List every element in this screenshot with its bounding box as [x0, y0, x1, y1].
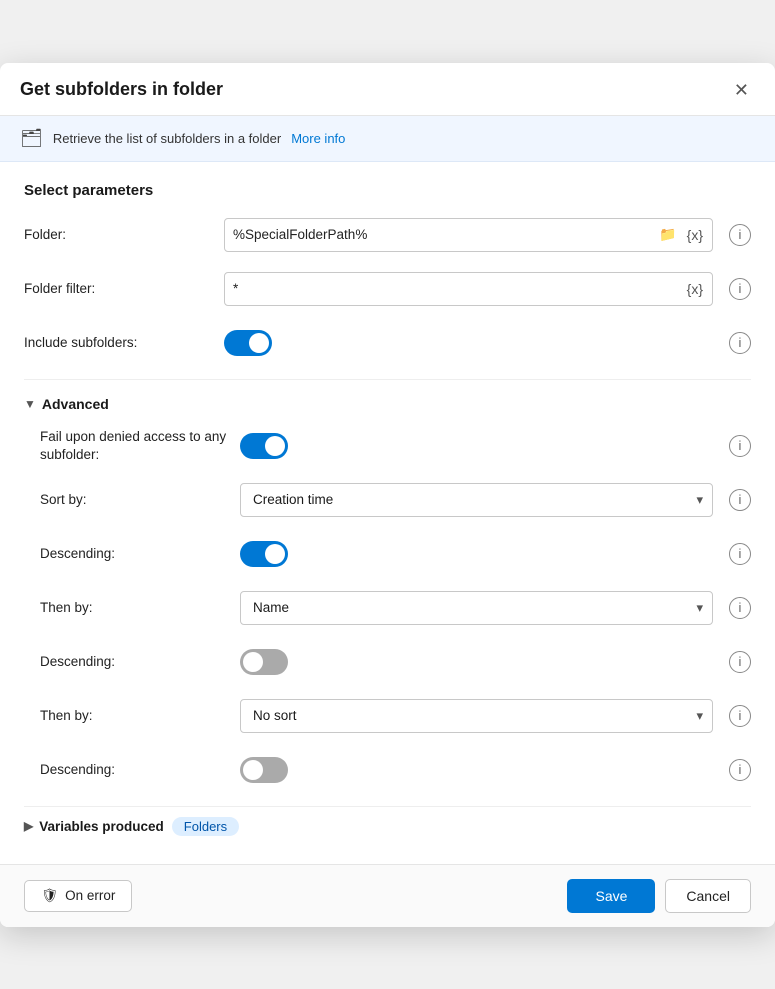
advanced-header[interactable]: ▼ Advanced [24, 396, 751, 412]
folder-input-wrapper: 📁 {x} [224, 218, 713, 252]
sort-by-info-icon[interactable]: i [729, 489, 751, 511]
then-by2-dropdown-wrapper: No sort Name Creation time Last accessed… [240, 699, 713, 733]
fail-denied-control: i [240, 433, 751, 459]
folder-filter-control: {x} i [224, 272, 751, 306]
descending3-row: Descending: i [40, 752, 751, 788]
folder-browse-icon[interactable]: 📁 [656, 224, 679, 245]
include-subfolders-label: Include subfolders: [24, 335, 224, 350]
include-subfolders-control: i [224, 330, 751, 356]
close-button[interactable]: ✕ [728, 79, 755, 101]
folder-filter-variable-icon[interactable]: {x} [684, 279, 706, 299]
more-info-link[interactable]: More info [291, 131, 345, 146]
descending1-label: Descending: [40, 546, 240, 561]
folder-filter-input[interactable] [225, 273, 684, 305]
folder-filter-row: Folder filter: {x} i [24, 271, 751, 307]
then-by2-info-icon[interactable]: i [729, 705, 751, 727]
fail-denied-info-icon[interactable]: i [729, 435, 751, 457]
folder-label: Folder: [24, 227, 224, 242]
section-title: Select parameters [24, 182, 751, 199]
folder-input-icons: 📁 {x} [656, 224, 712, 245]
descending2-label: Descending: [40, 654, 240, 669]
divider [24, 379, 751, 380]
then-by2-select[interactable]: No sort Name Creation time Last accessed… [240, 699, 713, 733]
folder-variable-icon[interactable]: {x} [684, 225, 706, 245]
descending1-control: i [240, 541, 751, 567]
folder-icon: 🗂 [20, 128, 43, 149]
dialog-header: Get subfolders in folder ✕ [0, 63, 775, 116]
then-by1-dropdown-wrapper: No sort Name Creation time Last accessed… [240, 591, 713, 625]
then-by2-row: Then by: No sort Name Creation time Last… [40, 698, 751, 734]
descending2-control: i [240, 649, 751, 675]
dialog-footer: 🛡 On error Save Cancel [0, 864, 775, 927]
fail-denied-toggle[interactable] [240, 433, 288, 459]
sort-by-label: Sort by: [40, 492, 240, 507]
then-by1-row: Then by: No sort Name Creation time Last… [40, 590, 751, 626]
dialog-title: Get subfolders in folder [20, 79, 223, 100]
descending2-toggle[interactable] [240, 649, 288, 675]
footer-right: Save Cancel [567, 879, 751, 913]
folder-filter-icons: {x} [684, 279, 712, 299]
include-subfolders-info-icon[interactable]: i [729, 332, 751, 354]
folder-filter-label: Folder filter: [24, 281, 224, 296]
then-by1-control: No sort Name Creation time Last accessed… [240, 591, 751, 625]
info-bar-text: Retrieve the list of subfolders in a fol… [53, 131, 281, 146]
on-error-button[interactable]: 🛡 On error [24, 880, 132, 912]
folder-control: 📁 {x} i [224, 218, 751, 252]
folder-filter-input-wrapper: {x} [224, 272, 713, 306]
then-by1-info-icon[interactable]: i [729, 597, 751, 619]
include-subfolders-toggle[interactable] [224, 330, 272, 356]
folder-info-icon[interactable]: i [729, 224, 751, 246]
advanced-label: Advanced [42, 396, 109, 412]
descending2-row: Descending: i [40, 644, 751, 680]
sort-by-row: Sort by: No sort Name Creation time Last… [40, 482, 751, 518]
variables-section: ▶ Variables produced Folders [24, 806, 751, 840]
info-bar: 🗂 Retrieve the list of subfolders in a f… [0, 116, 775, 162]
sort-by-select[interactable]: No sort Name Creation time Last accessed… [240, 483, 713, 517]
fail-denied-row: Fail upon denied access to any subfolder… [40, 428, 751, 464]
descending3-label: Descending: [40, 762, 240, 777]
descending1-info-icon[interactable]: i [729, 543, 751, 565]
descending1-row: Descending: i [40, 536, 751, 572]
variables-header[interactable]: ▶ Variables produced [24, 819, 164, 834]
sort-by-control: No sort Name Creation time Last accessed… [240, 483, 751, 517]
descending3-control: i [240, 757, 751, 783]
dialog-body: Select parameters Folder: 📁 {x} i Folder… [0, 162, 775, 864]
sort-by-dropdown-wrapper: No sort Name Creation time Last accessed… [240, 483, 713, 517]
then-by1-label: Then by: [40, 600, 240, 615]
on-error-label: On error [65, 888, 115, 903]
advanced-section: Fail upon denied access to any subfolder… [24, 428, 751, 788]
then-by1-select[interactable]: No sort Name Creation time Last accessed… [240, 591, 713, 625]
variables-label: Variables produced [39, 819, 164, 834]
fail-denied-label: Fail upon denied access to any subfolder… [40, 428, 240, 463]
save-button[interactable]: Save [567, 879, 655, 913]
then-by2-control: No sort Name Creation time Last accessed… [240, 699, 751, 733]
variables-chevron-icon: ▶ [24, 819, 33, 833]
dialog: Get subfolders in folder ✕ 🗂 Retrieve th… [0, 63, 775, 927]
folder-filter-info-icon[interactable]: i [729, 278, 751, 300]
include-subfolders-row: Include subfolders: i [24, 325, 751, 361]
variables-badge: Folders [172, 817, 239, 836]
descending1-toggle[interactable] [240, 541, 288, 567]
cancel-button[interactable]: Cancel [665, 879, 751, 913]
folder-input[interactable] [225, 219, 656, 251]
shield-icon: 🛡 [41, 888, 58, 904]
descending3-info-icon[interactable]: i [729, 759, 751, 781]
descending2-info-icon[interactable]: i [729, 651, 751, 673]
descending3-toggle[interactable] [240, 757, 288, 783]
advanced-chevron-icon: ▼ [24, 397, 36, 411]
then-by2-label: Then by: [40, 708, 240, 723]
folder-row: Folder: 📁 {x} i [24, 217, 751, 253]
